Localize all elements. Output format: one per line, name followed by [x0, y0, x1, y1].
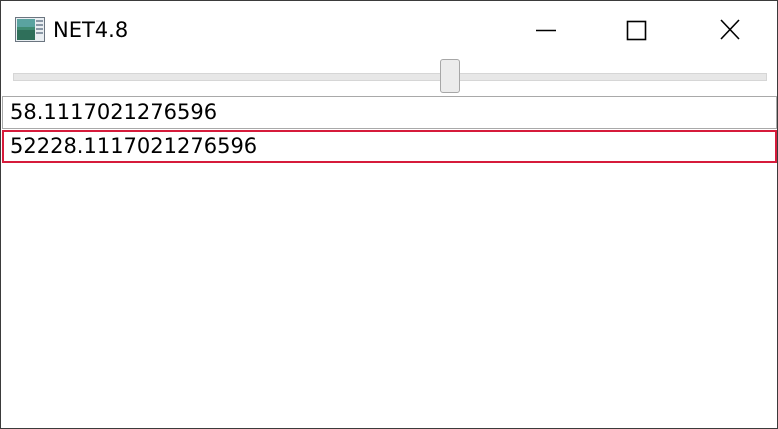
minimize-button[interactable] [501, 1, 593, 59]
maximize-icon [626, 20, 647, 41]
maximize-button[interactable] [591, 1, 683, 59]
minimize-icon [536, 29, 556, 32]
app-window-icon [15, 17, 45, 42]
slider-track[interactable] [13, 73, 767, 81]
value-textbox-2[interactable]: 52228.1117021276596 [2, 130, 777, 163]
value-slider[interactable] [13, 59, 767, 95]
close-icon [720, 19, 740, 40]
window-title: NET4.8 [53, 18, 129, 42]
slider-thumb[interactable] [439, 59, 460, 93]
title-bar[interactable]: NET4.8 [1, 1, 777, 59]
value-textbox-1[interactable]: 58.1117021276596 [2, 96, 777, 129]
app-window: NET4.8 58.1117021276596 52228.1117021276… [0, 0, 778, 429]
close-button[interactable] [684, 1, 776, 59]
